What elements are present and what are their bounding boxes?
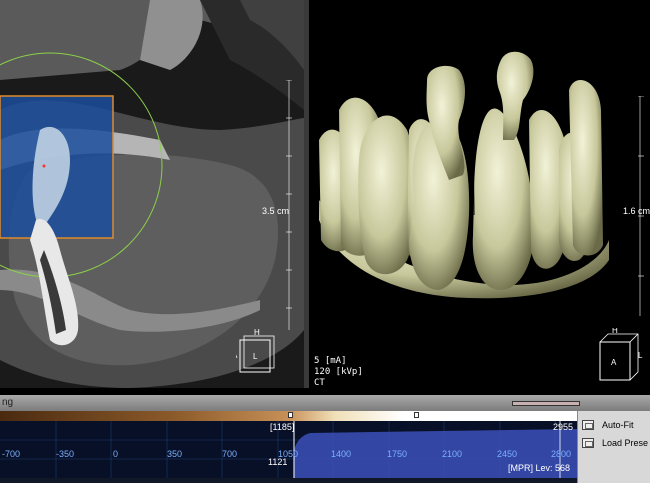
load-preset-icon (582, 438, 594, 448)
orientation-cube-right[interactable]: H A L (596, 328, 644, 386)
histogram-max-value: 2955 (553, 422, 574, 432)
histogram[interactable]: [1185] 2955 1121 [MPR] Lev: 568 -700 -35… (0, 421, 577, 478)
scale-label-right: 1.6 cm (623, 206, 650, 216)
window-level-panel: ng [1185] 2955 1121 [MPR] Lev: 568 -700 … (0, 395, 650, 483)
scan-info: 5 [mA] 120 [kVp] CT (314, 356, 363, 389)
orient-right-label: L (638, 351, 643, 360)
panel-tab-strip[interactable]: ng (0, 395, 650, 411)
orient-center-label: A (611, 358, 617, 367)
tick-label: 0 (113, 449, 119, 459)
level-readout: [MPR] Lev: 568 (508, 463, 570, 473)
color-map-handle-left[interactable] (288, 412, 293, 418)
color-map-handle-right[interactable] (414, 412, 419, 418)
vertical-ruler (286, 80, 292, 330)
modality: CT (314, 378, 325, 388)
panel-tab-label[interactable]: ng (2, 397, 13, 408)
tick-label: 700 (222, 449, 238, 459)
tick-label: 1400 (331, 449, 352, 459)
orient-center-label: L (253, 352, 258, 361)
tick-label: -350 (56, 449, 75, 459)
auto-fit-label: Auto-Fit (602, 420, 634, 430)
panel-grip[interactable] (512, 401, 580, 406)
tick-label: 350 (167, 449, 183, 459)
level-label: [MPR] Lev: (508, 463, 553, 473)
orient-top-label: H (612, 328, 618, 335)
scale-label-left: 3.5 cm (262, 206, 290, 216)
load-preset-button[interactable]: Load Prese (582, 435, 650, 451)
level-value: 568 (555, 463, 571, 473)
window-top-value: [1185] (270, 422, 295, 432)
tick-label: 2100 (442, 449, 463, 459)
tube-voltage: 120 [kVp] (314, 367, 363, 377)
orient-left-label: A (236, 351, 238, 360)
auto-fit-icon (582, 420, 594, 430)
tick-label: 1050 (278, 449, 299, 459)
tick-label: 2450 (497, 449, 518, 459)
tick-label: 1750 (387, 449, 408, 459)
load-preset-label: Load Prese (602, 438, 649, 448)
preset-panel: Auto-Fit Load Prese (577, 411, 650, 483)
tube-current: 5 [mA] (314, 356, 347, 366)
orientation-cube-left[interactable]: H A L (236, 328, 276, 376)
tick-label: 2800 (551, 449, 572, 459)
orient-top-label: H (254, 328, 260, 337)
auto-fit-button[interactable]: Auto-Fit (582, 417, 650, 433)
tick-label: -700 (2, 449, 21, 459)
